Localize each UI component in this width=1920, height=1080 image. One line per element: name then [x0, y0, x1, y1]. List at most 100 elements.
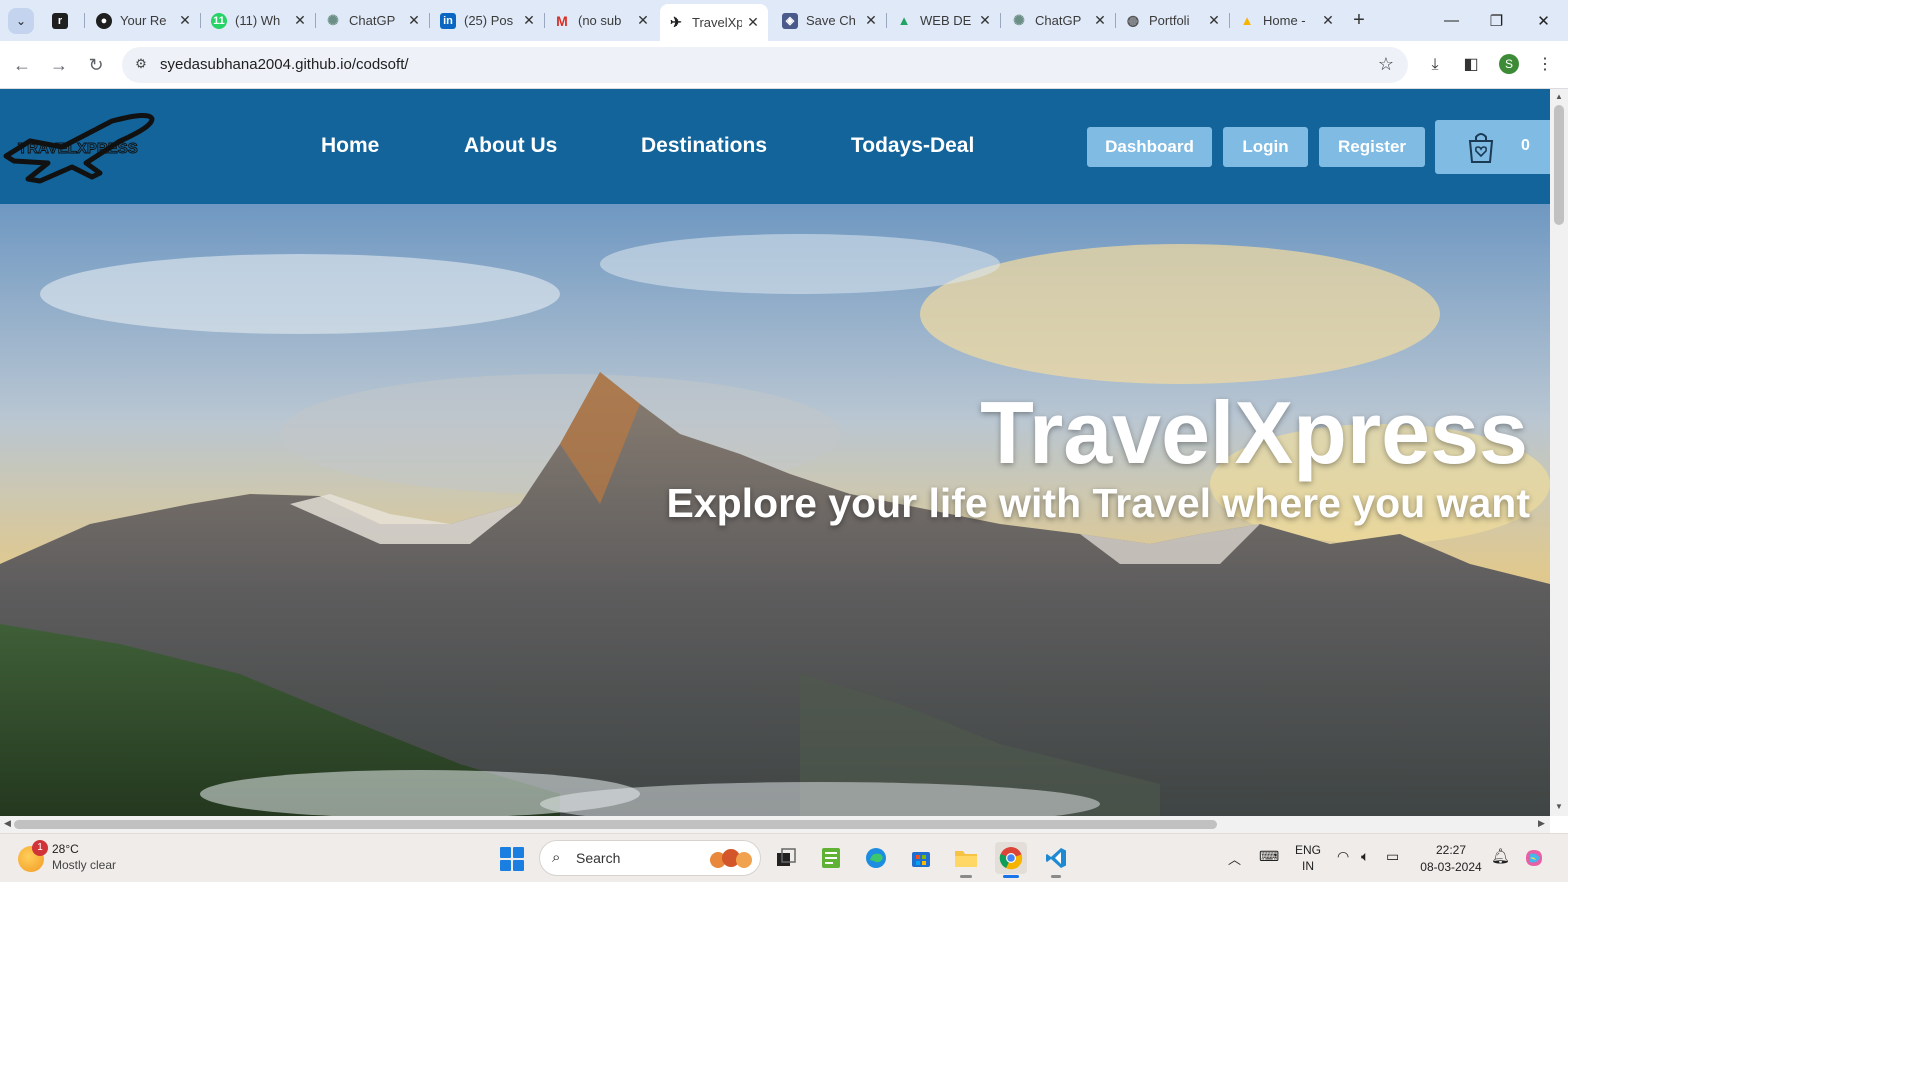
weather-description: Mostly clear [52, 858, 117, 872]
hero-banner: TravelXpress Explore your life with Trav… [0, 204, 1550, 816]
tab-chatgpt-2[interactable]: ✺ ChatGP ✕ [1003, 6, 1115, 35]
dashboard-button[interactable]: Dashboard [1087, 127, 1212, 167]
nav-destinations[interactable]: Destinations [641, 134, 767, 158]
keyboard-icon[interactable]: ⌨ [1259, 848, 1279, 865]
close-icon[interactable]: ✕ [1093, 12, 1107, 29]
notification-bell-icon[interactable]: 🔔︎ [1491, 847, 1510, 865]
globe-icon: ◍ [1126, 12, 1140, 28]
travelxpress-logo[interactable]: TRAVELXPRESS [0, 101, 160, 187]
tab-travelxpress[interactable]: ✈ TravelXp ✕ [660, 4, 768, 41]
close-icon[interactable]: ✕ [293, 12, 307, 29]
notification-badge: 1 [32, 840, 48, 856]
side-panel-icon[interactable]: ◧ [1459, 53, 1483, 77]
weather-temperature: 28°C [52, 842, 79, 856]
chatgpt-icon: ✺ [327, 12, 339, 28]
site-settings-icon[interactable]: ⚙ [132, 56, 150, 74]
tab-label: ChatGP [349, 13, 396, 28]
tab-label: (25) Pos [464, 13, 514, 28]
task-view-icon[interactable] [770, 842, 802, 874]
close-icon[interactable]: ✕ [407, 12, 421, 29]
tab-dashboard[interactable]: r [44, 6, 80, 35]
close-icon[interactable]: ✕ [1321, 12, 1335, 29]
gmail-icon: M [556, 12, 568, 29]
minimize-icon[interactable]: — [1429, 0, 1474, 41]
battery-icon[interactable]: ▭ [1386, 848, 1399, 865]
horizontal-scroll-thumb[interactable] [14, 820, 1217, 829]
tab-label: (no sub [578, 13, 622, 28]
window-close-icon[interactable]: ✕ [1521, 0, 1566, 41]
menu-kebab-icon[interactable]: ⋮ [1533, 53, 1557, 77]
chatgpt-icon: ✺ [1013, 12, 1025, 28]
tab-label: (11) Wh [235, 13, 281, 28]
clock-date: 08-03-2024 [1420, 860, 1482, 874]
windows-taskbar: 1 28°C Mostly clear ⌕ Search ︿ ⌨ ENG IN … [0, 833, 1568, 882]
volume-icon[interactable]: 🔈︎ [1361, 848, 1369, 865]
chrome-icon[interactable] [995, 842, 1027, 874]
scroll-down-arrow-icon[interactable]: ▼ [1554, 802, 1564, 811]
scroll-left-arrow-icon[interactable]: ◀ [4, 818, 11, 829]
weather-widget[interactable]: 1 28°C Mostly clear [18, 840, 158, 878]
close-icon[interactable]: ✕ [636, 12, 650, 29]
search-icon: ⌕ [552, 849, 561, 866]
file-explorer-icon[interactable] [950, 842, 982, 874]
taskbar-search-input[interactable]: ⌕ Search [539, 840, 761, 876]
clock-time: 22:27 [1435, 843, 1467, 857]
tab-separator [1229, 13, 1230, 28]
reload-icon[interactable]: ↻ [84, 53, 108, 77]
horizontal-scrollbar[interactable]: ◀ ▶ [0, 816, 1550, 833]
drive-icon: ▲ [897, 13, 911, 28]
download-icon[interactable]: ⤓ [1423, 53, 1447, 77]
tab-chatgpt[interactable]: ✺ ChatGP ✕ [317, 6, 429, 35]
cart-button[interactable]: 0 [1435, 120, 1550, 174]
nav-home[interactable]: Home [321, 134, 379, 158]
shopping-bag-icon [1468, 133, 1494, 163]
scroll-up-arrow-icon[interactable]: ▲ [1554, 92, 1564, 101]
language-indicator[interactable]: ENG IN [1294, 842, 1322, 874]
vertical-scroll-thumb[interactable] [1554, 105, 1564, 225]
nav-about-us[interactable]: About Us [464, 134, 557, 158]
close-icon[interactable]: ✕ [746, 14, 760, 31]
tab-linkedin[interactable]: in (25) Pos ✕ [432, 6, 544, 35]
profile-avatar[interactable]: S [1499, 54, 1519, 74]
bookmark-star-icon[interactable]: ☆ [1378, 54, 1394, 75]
system-clock[interactable]: 22:27 08-03-2024 [1416, 842, 1486, 876]
vertical-scrollbar[interactable]: ▲ ▼ [1550, 89, 1568, 816]
new-tab-plus-icon[interactable]: + [1348, 9, 1370, 31]
register-button[interactable]: Register [1319, 127, 1425, 167]
vscode-icon[interactable] [1040, 842, 1072, 874]
copilot-icon[interactable] [1520, 844, 1548, 872]
tab-web-dev-drive[interactable]: ▲ WEB DE ✕ [888, 6, 1000, 35]
running-indicator [1051, 875, 1061, 878]
edge-browser-icon[interactable] [860, 842, 892, 874]
address-bar[interactable]: ⚙ syedasubhana2004.github.io/codsoft/ ☆ [122, 47, 1408, 83]
tray-expand-chevron-icon[interactable]: ︿ [1228, 849, 1241, 868]
login-button[interactable]: Login [1223, 127, 1308, 167]
nav-todays-deal[interactable]: Todays-Deal [851, 134, 974, 158]
wifi-icon[interactable]: ◠ [1337, 848, 1349, 865]
close-icon[interactable]: ✕ [1207, 12, 1221, 29]
close-icon[interactable]: ✕ [522, 12, 536, 29]
close-icon[interactable]: ✕ [978, 12, 992, 29]
notes-app-icon[interactable] [815, 842, 847, 874]
tab-save-chrome[interactable]: ◈ Save Ch ✕ [774, 6, 886, 35]
search-highlight-icon [710, 849, 752, 868]
tab-gmail[interactable]: M (no sub ✕ [546, 6, 658, 35]
microsoft-store-icon[interactable] [905, 842, 937, 874]
close-icon[interactable]: ✕ [864, 12, 878, 29]
forward-arrow-icon[interactable]: → [47, 53, 71, 77]
dashboard-icon: r [52, 12, 68, 29]
tab-search-chevron-icon[interactable]: ⌄ [8, 8, 34, 34]
close-icon[interactable]: ✕ [178, 12, 192, 29]
tab-home-drive[interactable]: ▲ Home - ✕ [1231, 6, 1343, 35]
cart-count: 0 [1521, 137, 1530, 154]
search-placeholder: Search [576, 850, 621, 866]
windows-start-icon[interactable] [500, 847, 524, 871]
tab-label: Home - [1263, 13, 1306, 28]
tab-github[interactable]: ● Your Re ✕ [88, 6, 200, 35]
tab-portfolio[interactable]: ◍ Portfoli ✕ [1117, 6, 1229, 35]
scroll-right-arrow-icon[interactable]: ▶ [1538, 818, 1545, 829]
restore-icon[interactable]: ❐ [1474, 0, 1519, 41]
back-arrow-icon[interactable]: ← [10, 53, 34, 77]
tab-whatsapp[interactable]: 11 (11) Wh ✕ [203, 6, 315, 35]
url-text[interactable]: syedasubhana2004.github.io/codsoft/ [160, 56, 409, 73]
